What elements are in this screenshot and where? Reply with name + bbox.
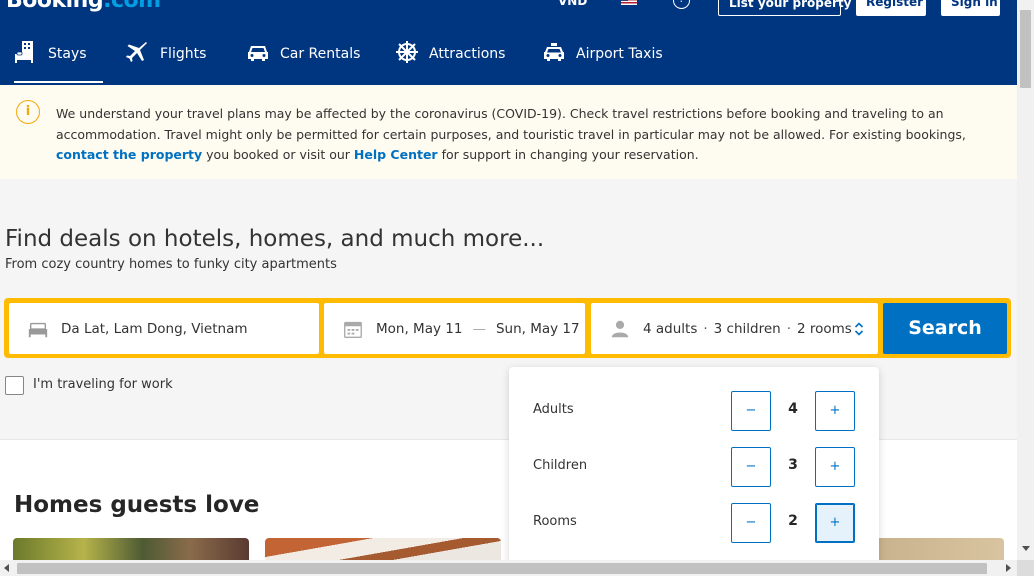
help-center-link[interactable]: Help Center xyxy=(354,147,438,162)
bed-building-icon xyxy=(15,41,33,63)
vertical-scroll-thumb[interactable] xyxy=(1020,10,1031,88)
search-bar: Da Lat, Lam Dong, Vietnam Mon, May 11 — … xyxy=(4,298,1011,358)
children-count: 3 xyxy=(788,457,798,473)
homes-section-title: Homes guests love xyxy=(14,492,260,518)
destination-value: Da Lat, Lam Dong, Vietnam xyxy=(61,320,248,337)
work-travel-checkbox[interactable] xyxy=(5,376,24,395)
tab-label: Attractions xyxy=(429,46,506,62)
work-travel-label[interactable]: I'm traveling for work xyxy=(33,377,173,392)
scroll-down-arrow-icon[interactable] xyxy=(1022,546,1030,551)
rooms-summary: 2 rooms xyxy=(797,320,852,337)
info-circle-icon: i xyxy=(16,100,40,124)
children-increment-button[interactable]: + xyxy=(815,447,855,487)
rooms-increment-button[interactable]: + xyxy=(815,503,855,543)
adults-row: Adults − 4 + xyxy=(509,391,879,431)
children-decrement-button[interactable]: − xyxy=(731,447,771,487)
hero-subtitle: From cozy country homes to funky city ap… xyxy=(5,257,337,272)
adults-increment-button[interactable]: + xyxy=(815,391,855,431)
covid-notice: i We understand your travel plans may be… xyxy=(0,85,1017,179)
top-header: Booking.com VND ? List your property Reg… xyxy=(0,0,1017,85)
rooms-row: Rooms − 2 + xyxy=(509,503,879,543)
bed-icon xyxy=(28,322,48,337)
tab-car-rentals[interactable]: Car Rentals xyxy=(246,40,360,83)
currency-selector[interactable]: VND xyxy=(558,0,587,8)
tab-attractions[interactable]: Attractions xyxy=(395,40,505,83)
rooms-count: 2 xyxy=(788,513,798,529)
register-button[interactable]: Register xyxy=(856,0,926,16)
adults-label: Adults xyxy=(533,402,574,417)
guests-dropdown: Adults − 4 + Children − 3 + Rooms − 2 + xyxy=(509,367,879,567)
notice-part: you booked or visit our xyxy=(202,147,354,162)
search-button[interactable]: Search xyxy=(883,303,1007,354)
children-label: Children xyxy=(533,458,588,473)
horizontal-scroll-thumb[interactable] xyxy=(17,563,987,574)
adults-decrement-button[interactable]: − xyxy=(731,391,771,431)
rooms-label: Rooms xyxy=(533,514,577,529)
person-icon xyxy=(611,320,629,337)
scroll-right-arrow-icon[interactable] xyxy=(1006,564,1011,572)
separator-dot: · xyxy=(703,320,708,337)
tab-airport-taxis[interactable]: Airport Taxis xyxy=(542,40,663,83)
scroll-left-arrow-icon[interactable] xyxy=(4,564,9,572)
attractions-icon xyxy=(396,41,418,63)
vertical-scrollbar[interactable] xyxy=(1017,0,1034,560)
date-separator: — xyxy=(472,320,486,337)
question-circle-icon[interactable]: ? xyxy=(673,0,690,9)
property-thumbnail[interactable] xyxy=(265,538,501,560)
tab-label: Flights xyxy=(160,46,207,62)
logo-text: Booking xyxy=(6,0,104,13)
horizontal-scrollbar[interactable] xyxy=(0,560,1017,576)
booking-logo[interactable]: Booking.com xyxy=(6,0,161,13)
contact-property-link[interactable]: contact the property xyxy=(56,147,202,162)
check-in-date[interactable]: Mon, May 11 xyxy=(376,321,462,337)
sign-in-button[interactable]: Sign in xyxy=(941,0,1000,16)
adults-count: 4 xyxy=(788,401,798,417)
tab-label: Airport Taxis xyxy=(576,46,663,62)
hero-title: Find deals on hotels, homes, and much mo… xyxy=(5,226,545,252)
calendar-icon xyxy=(344,321,362,338)
notice-part: for support in changing your reservation… xyxy=(437,147,699,162)
children-row: Children − 3 + xyxy=(509,447,879,487)
children-summary: 3 children xyxy=(713,320,781,337)
tab-label: Car Rentals xyxy=(280,46,361,62)
tab-label: Stays xyxy=(48,46,87,62)
tab-stays[interactable]: Stays xyxy=(14,40,103,83)
notice-part: We understand your travel plans may be a… xyxy=(56,106,966,142)
adults-summary: 4 adults xyxy=(643,320,698,337)
rooms-decrement-button[interactable]: − xyxy=(731,503,771,543)
taxi-icon xyxy=(544,43,564,61)
plane-icon xyxy=(126,42,147,62)
list-property-button[interactable]: List your property xyxy=(718,0,851,16)
property-thumbnail[interactable] xyxy=(860,538,1004,560)
scrollbar-corner xyxy=(1017,560,1034,576)
notice-text: We understand your travel plans may be a… xyxy=(56,104,1011,166)
check-out-date[interactable]: Sun, May 17 xyxy=(496,321,580,337)
us-flag-icon[interactable] xyxy=(621,0,637,5)
tab-flights[interactable]: Flights xyxy=(126,40,206,83)
guests-field[interactable]: 4 adults · 3 children · 2 rooms xyxy=(591,303,878,354)
chevron-up-down-icon xyxy=(854,321,864,336)
separator-dot: · xyxy=(786,320,791,337)
property-thumbnail[interactable] xyxy=(13,538,249,560)
date-range-field[interactable]: Mon, May 11 — Sun, May 17 xyxy=(324,303,585,354)
logo-suffix: .com xyxy=(103,0,161,13)
destination-field[interactable]: Da Lat, Lam Dong, Vietnam xyxy=(9,303,319,354)
car-icon xyxy=(248,46,268,61)
